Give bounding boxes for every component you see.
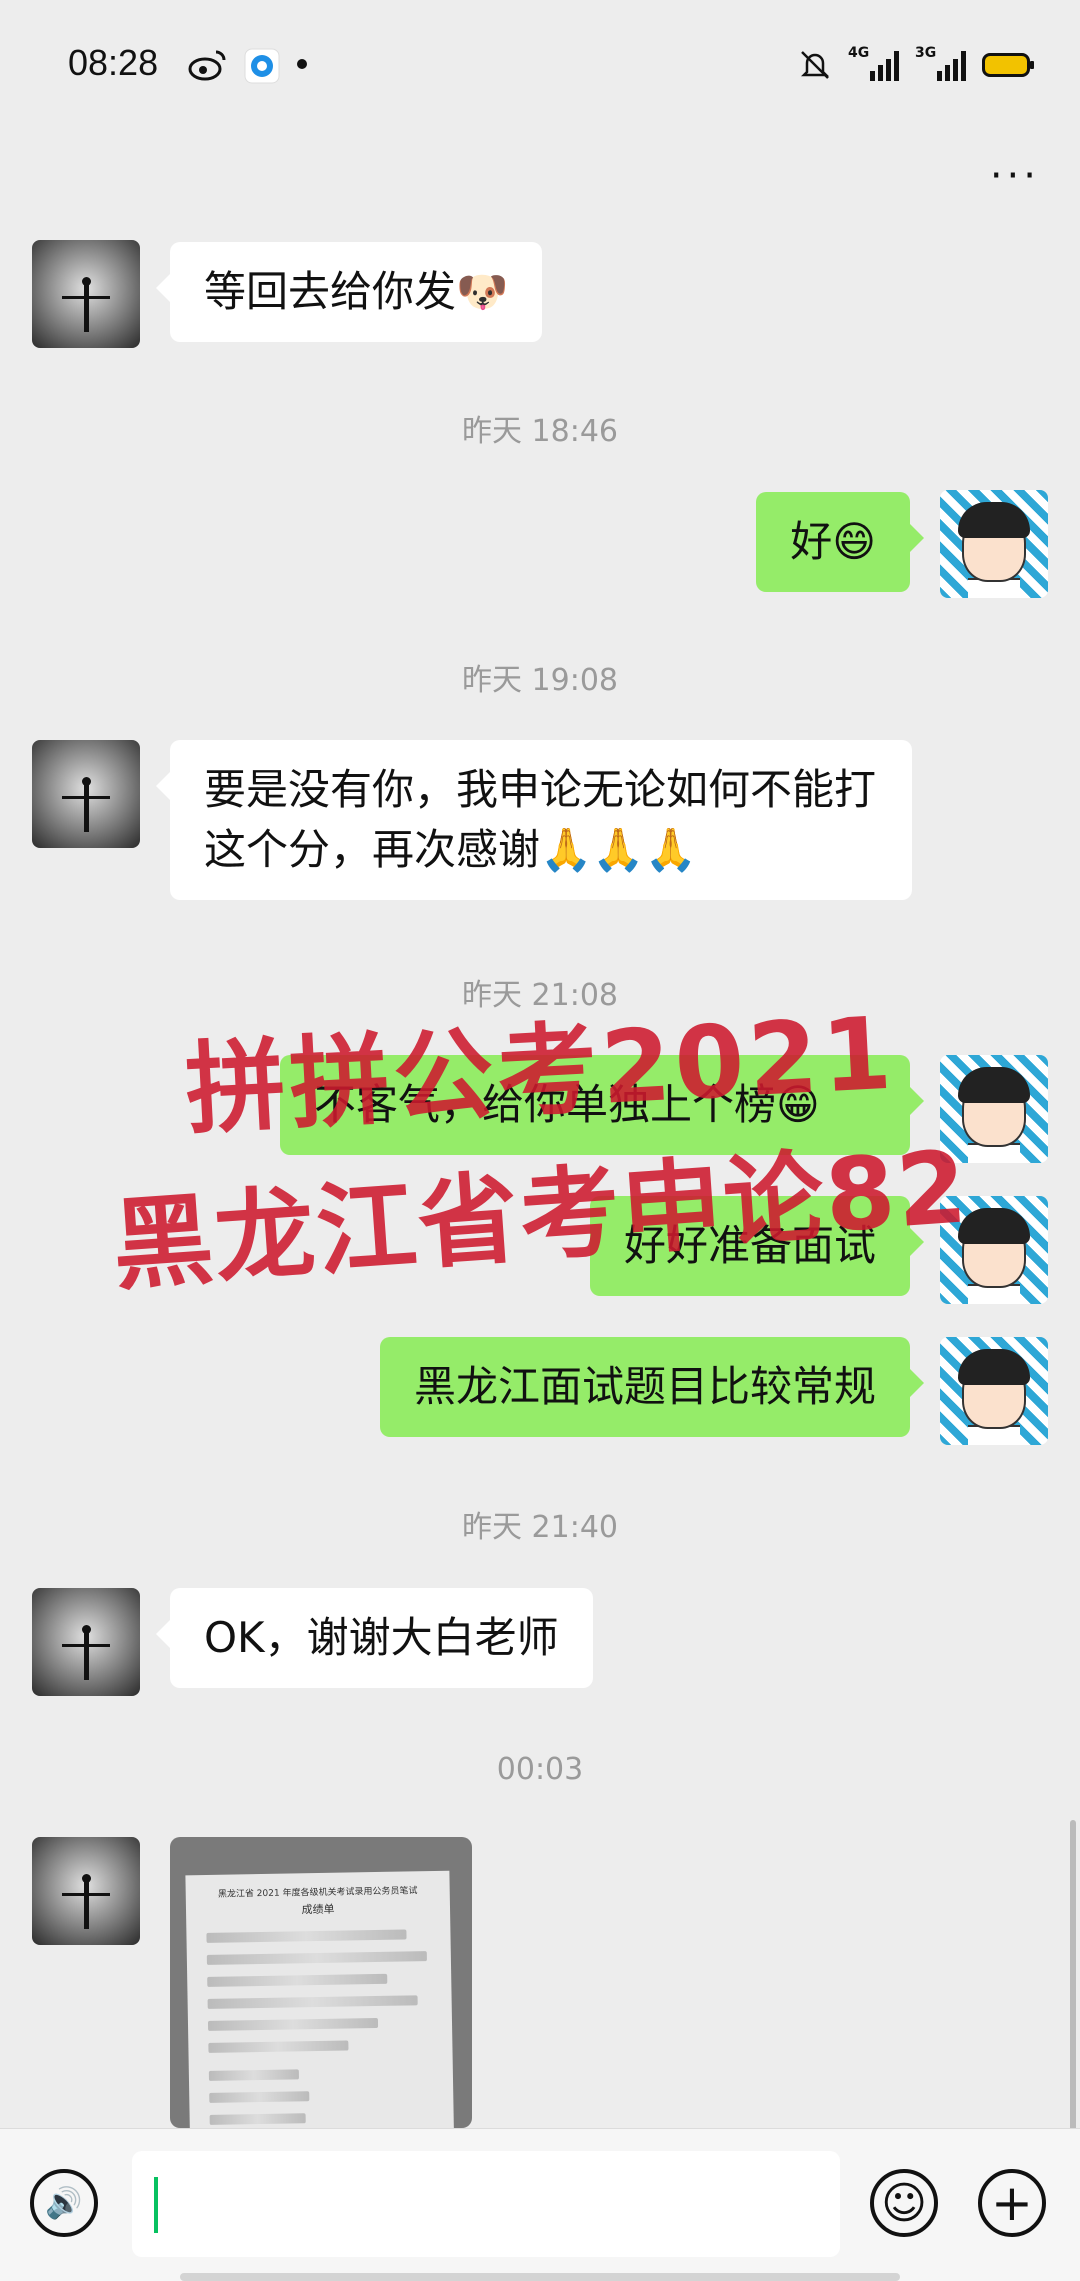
my-avatar[interactable]	[940, 1337, 1048, 1445]
image-message[interactable]: 黑龙江省 2021 年度各级机关考试录用公务员笔试 成绩单	[170, 1837, 472, 2128]
voice-input-button[interactable]: 🔊	[30, 2169, 98, 2237]
scrollbar[interactable]	[1070, 1820, 1076, 2128]
photo-title: 黑龙江省 2021 年度各级机关考试录用公务员笔试	[217, 1886, 418, 1900]
signal-3g-icon: 3G	[915, 45, 966, 81]
message-timestamp: 昨天 21:08	[462, 978, 618, 1013]
status-bar: 08:28 4G 3G	[0, 0, 1080, 130]
chat-header: ···	[0, 130, 1080, 220]
message-timestamp: 昨天 19:08	[462, 663, 618, 698]
contact-avatar[interactable]	[32, 1837, 140, 1945]
status-right-icons: 4G 3G	[798, 40, 1034, 90]
mute-bell-icon	[800, 51, 830, 79]
contact-avatar[interactable]	[32, 240, 140, 348]
my-avatar[interactable]	[940, 490, 1048, 598]
status-time: 08:28	[68, 42, 159, 83]
emoji-icon: ☺	[881, 2177, 927, 2229]
message-bubble[interactable]: 黑龙江面试题目比较常规	[379, 1337, 925, 1437]
message-bubble[interactable]: 要是没有你，我申论无论如何不能打这个分，再次感谢🙏🙏🙏	[156, 740, 912, 900]
app-notification-icon	[244, 48, 280, 84]
dot-icon	[297, 59, 307, 69]
message-bubble[interactable]: OK，谢谢大白老师	[156, 1588, 593, 1688]
contact-avatar[interactable]	[32, 740, 140, 848]
message-bubble[interactable]: 好好准备面试	[589, 1196, 925, 1296]
my-avatar[interactable]	[940, 1055, 1048, 1163]
battery-icon	[982, 53, 1034, 77]
voice-icon: 🔊	[45, 2185, 83, 2221]
message-bubble[interactable]: 等回去给你发🐶	[155, 242, 543, 342]
signal-4g-icon: 4G	[848, 45, 899, 81]
score-sheet-photo: 黑龙江省 2021 年度各级机关考试录用公务员笔试 成绩单	[185, 1870, 455, 2128]
chat-messages[interactable]: 等回去给你发🐶 昨天 18:46 好😄 昨天 19:08 要是没有你，我申论无论…	[0, 220, 1080, 2128]
input-bar: 🔊 ☺ +	[0, 2128, 1080, 2281]
message-timestamp: 00:03	[496, 1752, 584, 1787]
weibo-icon	[188, 50, 226, 81]
more-options-button[interactable]: ···	[990, 156, 1040, 196]
plus-icon: +	[991, 2174, 1033, 2232]
contact-avatar[interactable]	[32, 1588, 140, 1696]
text-caret	[154, 2177, 158, 2233]
emoji-button[interactable]: ☺	[870, 2169, 938, 2237]
more-functions-button[interactable]: +	[978, 2169, 1046, 2237]
message-timestamp: 昨天 18:46	[462, 414, 618, 449]
photo-subtitle: 成绩单	[301, 1902, 335, 1917]
message-timestamp: 昨天 21:40	[462, 1510, 618, 1545]
message-bubble[interactable]: 好😄	[756, 492, 924, 592]
message-input[interactable]	[132, 2151, 840, 2257]
my-avatar[interactable]	[940, 1196, 1048, 1304]
message-bubble[interactable]: 不客气，给你单独上个榜😁	[280, 1055, 924, 1155]
